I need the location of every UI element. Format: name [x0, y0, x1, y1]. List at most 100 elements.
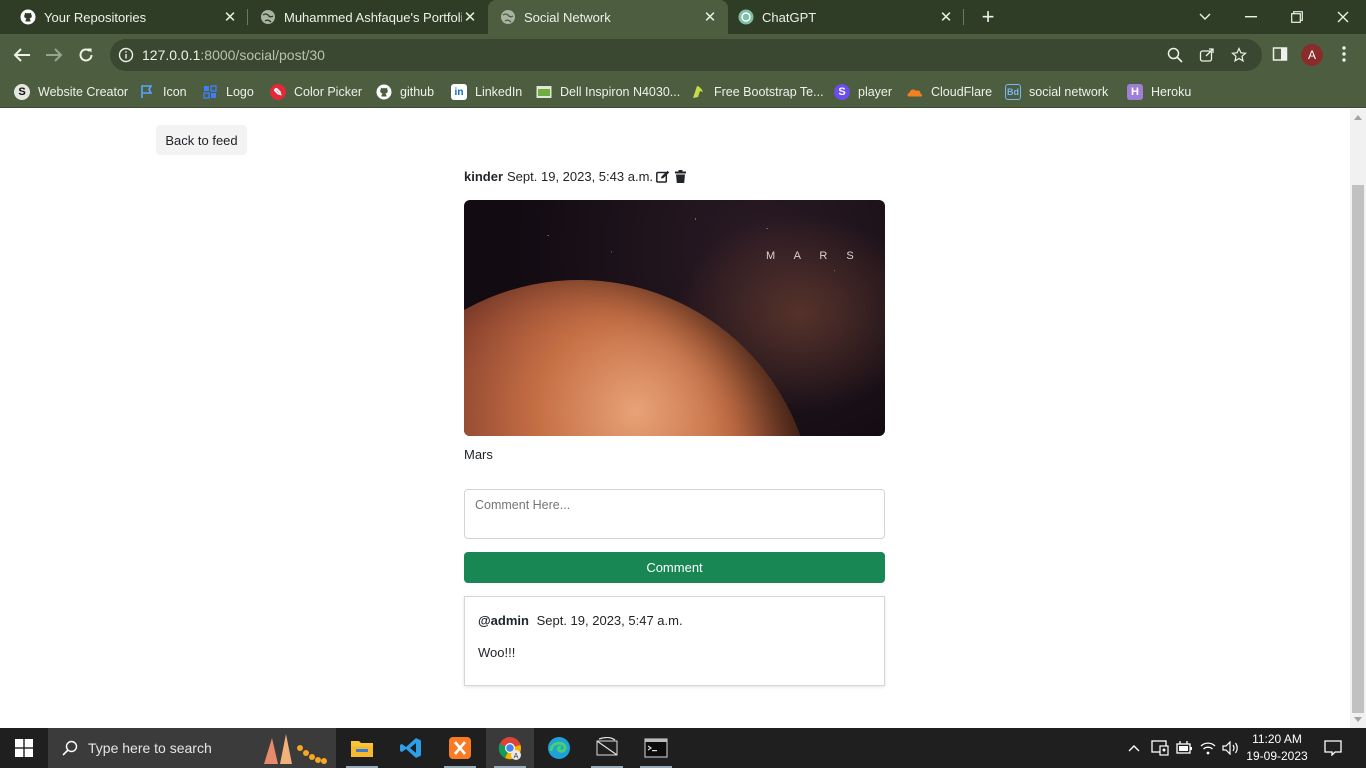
edge-icon[interactable] — [535, 728, 583, 768]
bookmark-heroku[interactable]: H Heroku — [1127, 82, 1191, 102]
color-picker-icon: ✎ — [270, 84, 286, 100]
svg-text:A: A — [514, 753, 519, 760]
post-caption: Mars — [464, 447, 493, 462]
url-text: 127.0.0.1:8000/social/post/30 — [142, 47, 325, 63]
comment-user[interactable]: @admin — [478, 613, 529, 628]
search-highlight-icon — [264, 734, 327, 764]
search-icon — [60, 738, 80, 758]
player-icon: S — [834, 84, 850, 100]
bookmark-star-icon[interactable] — [1230, 46, 1248, 64]
comment-submit-button[interactable]: Comment — [464, 552, 885, 583]
bookmark-label: github — [400, 85, 435, 99]
github-icon — [376, 84, 392, 100]
clock-time: 11:20 AM — [1252, 732, 1302, 746]
logo-icon — [202, 84, 218, 100]
tab-chatgpt[interactable]: ChatGPT ✕ — [728, 0, 964, 34]
image-text: M A R S — [766, 250, 862, 262]
share-icon[interactable] — [1198, 46, 1216, 64]
clock-date: 19-09-2023 — [1246, 749, 1308, 763]
bookmark-bootstrap[interactable]: Free Bootstrap Te... — [690, 82, 824, 102]
forward-arrow-icon[interactable] — [40, 41, 68, 69]
tab-social-network[interactable]: Social Network ✕ — [488, 0, 728, 34]
tab-strip: Your Repositories ✕ Muhammed Ashfaque's … — [0, 0, 1366, 34]
bookmark-github[interactable]: github — [376, 82, 434, 102]
bookmark-website-creator[interactable]: S Website Creator — [14, 82, 128, 102]
restore-button[interactable] — [1274, 0, 1320, 34]
linkedin-icon: in — [451, 84, 467, 100]
bookmark-player[interactable]: S player — [834, 82, 892, 102]
bookmarks-bar: S Website Creator Icon Logo ✎ Color Pick… — [0, 76, 1366, 108]
comment-card: @admin Sept. 19, 2023, 5:47 a.m. Woo!!! — [464, 596, 885, 686]
bookmark-color-picker[interactable]: ✎ Color Picker — [270, 82, 362, 102]
site-info-icon[interactable] — [118, 47, 134, 63]
git-bash-icon[interactable] — [583, 728, 631, 768]
more-menu-icon[interactable] — [1334, 44, 1354, 64]
zoom-icon[interactable] — [1166, 46, 1184, 64]
page-scrollbar[interactable] — [1350, 109, 1366, 728]
xampp-icon[interactable] — [436, 728, 484, 768]
new-tab-button[interactable]: + — [976, 5, 1000, 29]
comment-meta: @admin Sept. 19, 2023, 5:47 a.m. — [478, 613, 683, 628]
scroll-up-arrow[interactable] — [1354, 115, 1362, 120]
url-path: :8000/social/post/30 — [200, 47, 325, 63]
bd-icon: Bd — [1005, 84, 1021, 100]
terminal-icon[interactable] — [632, 728, 680, 768]
close-tab-icon[interactable]: ✕ — [222, 9, 238, 26]
tab-portfolio[interactable]: Muhammed Ashfaque's Portfolio ✕ — [248, 0, 488, 34]
bookmark-label: CloudFlare — [931, 85, 993, 99]
address-bar[interactable]: 127.0.0.1:8000/social/post/30 — [110, 39, 1262, 71]
reload-icon[interactable] — [72, 41, 100, 69]
minimize-button[interactable] — [1228, 0, 1274, 34]
cloudflare-icon — [907, 84, 923, 100]
chevron-up-icon[interactable] — [1124, 728, 1144, 768]
close-tab-icon[interactable]: ✕ — [702, 9, 718, 26]
tab-title: Muhammed Ashfaque's Portfolio — [284, 9, 462, 25]
bookmark-label: Free Bootstrap Te... — [714, 85, 824, 99]
tab-your-repositories[interactable]: Your Repositories ✕ — [0, 0, 248, 34]
tab-title: ChatGPT — [762, 9, 817, 25]
globe-icon — [500, 9, 516, 25]
bookmark-logo[interactable]: Logo — [202, 82, 254, 102]
bootstrap-icon — [690, 84, 706, 100]
scrollbar-thumb[interactable] — [1352, 185, 1364, 713]
wifi-icon[interactable] — [1196, 728, 1220, 768]
windows-start-icon[interactable] — [0, 728, 48, 768]
back-arrow-icon[interactable] — [8, 41, 36, 69]
tab-title: Your Repositories — [44, 9, 147, 25]
battery-icon[interactable] — [1172, 728, 1196, 768]
bookmark-label: player — [858, 85, 893, 99]
file-explorer-icon[interactable] — [338, 728, 386, 768]
action-center-icon[interactable] — [1320, 728, 1346, 768]
trash-icon[interactable] — [673, 170, 687, 184]
side-panel-icon[interactable] — [1270, 44, 1290, 64]
chrome-icon[interactable]: A — [486, 728, 534, 768]
bookmark-label: Heroku — [1151, 85, 1192, 99]
taskbar-search[interactable]: Type here to search — [48, 728, 336, 768]
post-image: M A R S — [464, 200, 885, 436]
profile-avatar[interactable]: A — [1301, 44, 1323, 66]
bookmark-label: Website Creator — [38, 85, 129, 99]
bookmark-social-network[interactable]: Bd social network — [1005, 82, 1108, 102]
bookmark-cloudflare[interactable]: CloudFlare — [907, 82, 992, 102]
bookmark-dell[interactable]: Dell Inspiron N4030... — [536, 82, 680, 102]
url-host: 127.0.0.1 — [142, 47, 201, 63]
close-tab-icon[interactable]: ✕ — [938, 9, 954, 26]
bookmark-label: Icon — [163, 85, 187, 99]
taskbar-clock[interactable]: 11:20 AM 19-09-2023 — [1240, 731, 1314, 765]
post-author[interactable]: kinder — [464, 169, 503, 184]
close-window-button[interactable] — [1320, 0, 1366, 34]
bookmark-label: Dell Inspiron N4030... — [560, 85, 681, 99]
comment-timestamp: Sept. 19, 2023, 5:47 a.m. — [536, 613, 683, 628]
bookmark-icon[interactable]: Icon — [139, 82, 187, 102]
comment-input[interactable] — [464, 489, 885, 539]
tab-search-icon[interactable] — [1182, 0, 1228, 34]
vscode-icon[interactable] — [387, 728, 435, 768]
scroll-down-arrow[interactable] — [1354, 717, 1362, 722]
edit-icon[interactable] — [656, 170, 670, 184]
back-to-feed-button[interactable]: Back to feed — [156, 125, 247, 155]
bookmark-linkedin[interactable]: in LinkedIn — [451, 82, 522, 102]
close-tab-icon[interactable]: ✕ — [462, 9, 478, 26]
dell-icon — [536, 84, 552, 100]
heroku-icon: H — [1127, 84, 1143, 100]
notification-app-icon[interactable] — [1148, 728, 1172, 768]
